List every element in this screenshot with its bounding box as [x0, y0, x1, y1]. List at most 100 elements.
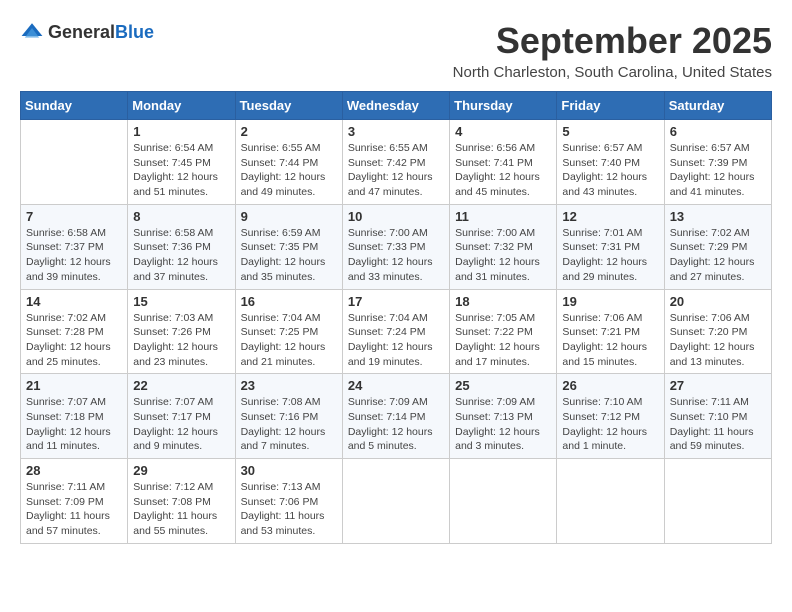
calendar-cell: 11 Sunrise: 7:00 AMSunset: 7:32 PMDayligh… [450, 204, 557, 289]
calendar-cell: 21 Sunrise: 7:07 AMSunset: 7:18 PMDayligh… [21, 374, 128, 459]
location: North Charleston, South Carolina, United… [453, 64, 772, 81]
day-info: Sunrise: 7:03 AMSunset: 7:26 PMDaylight:… [133, 311, 229, 370]
calendar-cell: 2 Sunrise: 6:55 AMSunset: 7:44 PMDaylight… [235, 120, 342, 205]
day-info: Sunrise: 7:06 AMSunset: 7:20 PMDaylight:… [670, 311, 766, 370]
day-number: 21 [26, 378, 122, 393]
logo-text-general: General [48, 22, 115, 43]
day-number: 26 [562, 378, 658, 393]
calendar-cell: 5 Sunrise: 6:57 AMSunset: 7:40 PMDaylight… [557, 120, 664, 205]
day-info: Sunrise: 7:04 AMSunset: 7:25 PMDaylight:… [241, 311, 337, 370]
day-number: 17 [348, 294, 444, 309]
calendar-cell: 26 Sunrise: 7:10 AMSunset: 7:12 PMDayligh… [557, 374, 664, 459]
calendar-cell: 25 Sunrise: 7:09 AMSunset: 7:13 PMDayligh… [450, 374, 557, 459]
day-number: 13 [670, 209, 766, 224]
calendar-cell: 29 Sunrise: 7:12 AMSunset: 7:08 PMDayligh… [128, 459, 235, 544]
day-number: 8 [133, 209, 229, 224]
calendar-cell: 18 Sunrise: 7:05 AMSunset: 7:22 PMDayligh… [450, 289, 557, 374]
day-number: 11 [455, 209, 551, 224]
calendar-cell [557, 459, 664, 544]
day-info: Sunrise: 7:06 AMSunset: 7:21 PMDaylight:… [562, 311, 658, 370]
day-number: 10 [348, 209, 444, 224]
day-number: 19 [562, 294, 658, 309]
day-number: 27 [670, 378, 766, 393]
day-info: Sunrise: 6:54 AMSunset: 7:45 PMDaylight:… [133, 141, 229, 200]
calendar-cell: 27 Sunrise: 7:11 AMSunset: 7:10 PMDayligh… [664, 374, 771, 459]
day-info: Sunrise: 6:55 AMSunset: 7:42 PMDaylight:… [348, 141, 444, 200]
day-info: Sunrise: 7:05 AMSunset: 7:22 PMDaylight:… [455, 311, 551, 370]
day-info: Sunrise: 7:10 AMSunset: 7:12 PMDaylight:… [562, 395, 658, 454]
day-info: Sunrise: 7:09 AMSunset: 7:13 PMDaylight:… [455, 395, 551, 454]
calendar-cell: 12 Sunrise: 7:01 AMSunset: 7:31 PMDayligh… [557, 204, 664, 289]
calendar-cell: 19 Sunrise: 7:06 AMSunset: 7:21 PMDayligh… [557, 289, 664, 374]
day-info: Sunrise: 7:00 AMSunset: 7:32 PMDaylight:… [455, 226, 551, 285]
weekday-header-saturday: Saturday [664, 92, 771, 120]
day-number: 29 [133, 463, 229, 478]
calendar-cell: 4 Sunrise: 6:56 AMSunset: 7:41 PMDaylight… [450, 120, 557, 205]
day-info: Sunrise: 7:12 AMSunset: 7:08 PMDaylight:… [133, 480, 229, 539]
calendar-cell: 22 Sunrise: 7:07 AMSunset: 7:17 PMDayligh… [128, 374, 235, 459]
day-number: 30 [241, 463, 337, 478]
day-info: Sunrise: 7:00 AMSunset: 7:33 PMDaylight:… [348, 226, 444, 285]
day-info: Sunrise: 7:11 AMSunset: 7:09 PMDaylight:… [26, 480, 122, 539]
logo-icon [20, 20, 44, 44]
day-info: Sunrise: 6:58 AMSunset: 7:37 PMDaylight:… [26, 226, 122, 285]
day-info: Sunrise: 6:59 AMSunset: 7:35 PMDaylight:… [241, 226, 337, 285]
calendar-cell: 14 Sunrise: 7:02 AMSunset: 7:28 PMDayligh… [21, 289, 128, 374]
day-number: 23 [241, 378, 337, 393]
calendar-cell [21, 120, 128, 205]
calendar-cell: 24 Sunrise: 7:09 AMSunset: 7:14 PMDayligh… [342, 374, 449, 459]
day-number: 12 [562, 209, 658, 224]
calendar-cell: 13 Sunrise: 7:02 AMSunset: 7:29 PMDayligh… [664, 204, 771, 289]
day-number: 5 [562, 124, 658, 139]
calendar-cell [342, 459, 449, 544]
day-number: 18 [455, 294, 551, 309]
day-number: 22 [133, 378, 229, 393]
day-number: 7 [26, 209, 122, 224]
calendar-cell: 3Sunrise: 6:55 AMSunset: 7:42 PMDaylight… [342, 120, 449, 205]
day-info: Sunrise: 7:11 AMSunset: 7:10 PMDaylight:… [670, 395, 766, 454]
calendar-cell: 30 Sunrise: 7:13 AMSunset: 7:06 PMDayligh… [235, 459, 342, 544]
day-number: 6 [670, 124, 766, 139]
day-info: Sunrise: 6:57 AMSunset: 7:40 PMDaylight:… [562, 141, 658, 200]
day-info: Sunrise: 7:09 AMSunset: 7:14 PMDaylight:… [348, 395, 444, 454]
day-number: 20 [670, 294, 766, 309]
calendar-cell: 16Sunrise: 7:04 AMSunset: 7:25 PMDayligh… [235, 289, 342, 374]
weekday-header-friday: Friday [557, 92, 664, 120]
calendar-cell: 9 Sunrise: 6:59 AMSunset: 7:35 PMDaylight… [235, 204, 342, 289]
logo-text-blue: Blue [115, 22, 154, 43]
month-title: September 2025 [453, 20, 772, 62]
day-number: 24 [348, 378, 444, 393]
day-info: Sunrise: 6:57 AMSunset: 7:39 PMDaylight:… [670, 141, 766, 200]
day-info: Sunrise: 7:02 AMSunset: 7:29 PMDaylight:… [670, 226, 766, 285]
day-info: Sunrise: 7:13 AMSunset: 7:06 PMDaylight:… [241, 480, 337, 539]
calendar-cell: 7 Sunrise: 6:58 AMSunset: 7:37 PMDaylight… [21, 204, 128, 289]
day-number: 9 [241, 209, 337, 224]
calendar-cell: 15Sunrise: 7:03 AMSunset: 7:26 PMDayligh… [128, 289, 235, 374]
weekday-header-monday: Monday [128, 92, 235, 120]
calendar-cell: 1 Sunrise: 6:54 AMSunset: 7:45 PMDaylight… [128, 120, 235, 205]
logo: General Blue [20, 20, 154, 44]
day-info: Sunrise: 7:02 AMSunset: 7:28 PMDaylight:… [26, 311, 122, 370]
calendar-cell: 17 Sunrise: 7:04 AMSunset: 7:24 PMDayligh… [342, 289, 449, 374]
day-info: Sunrise: 7:08 AMSunset: 7:16 PMDaylight:… [241, 395, 337, 454]
calendar-cell: 28 Sunrise: 7:11 AMSunset: 7:09 PMDayligh… [21, 459, 128, 544]
day-number: 4 [455, 124, 551, 139]
day-number: 28 [26, 463, 122, 478]
day-info: Sunrise: 6:56 AMSunset: 7:41 PMDaylight:… [455, 141, 551, 200]
day-number: 2 [241, 124, 337, 139]
day-info: Sunrise: 7:07 AMSunset: 7:18 PMDaylight:… [26, 395, 122, 454]
day-info: Sunrise: 7:01 AMSunset: 7:31 PMDaylight:… [562, 226, 658, 285]
title-block: September 2025 North Charleston, South C… [453, 20, 772, 81]
day-number: 1 [133, 124, 229, 139]
weekday-header-thursday: Thursday [450, 92, 557, 120]
weekday-header-wednesday: Wednesday [342, 92, 449, 120]
day-number: 25 [455, 378, 551, 393]
calendar-cell [450, 459, 557, 544]
calendar-cell [664, 459, 771, 544]
day-info: Sunrise: 7:07 AMSunset: 7:17 PMDaylight:… [133, 395, 229, 454]
day-info: Sunrise: 7:04 AMSunset: 7:24 PMDaylight:… [348, 311, 444, 370]
day-info: Sunrise: 6:55 AMSunset: 7:44 PMDaylight:… [241, 141, 337, 200]
day-number: 14 [26, 294, 122, 309]
day-info: Sunrise: 6:58 AMSunset: 7:36 PMDaylight:… [133, 226, 229, 285]
calendar-cell: 10 Sunrise: 7:00 AMSunset: 7:33 PMDayligh… [342, 204, 449, 289]
